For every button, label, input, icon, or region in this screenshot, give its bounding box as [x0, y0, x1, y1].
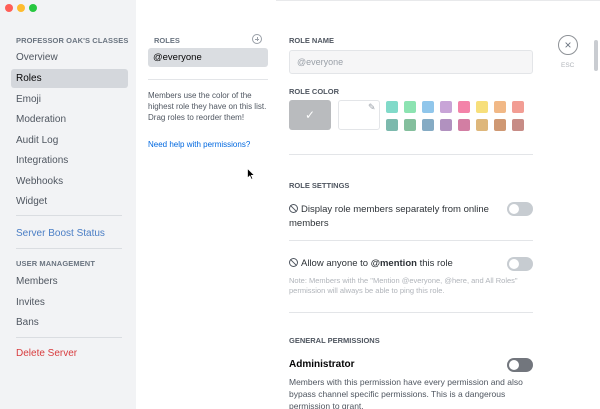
color-swatch[interactable]: [476, 119, 488, 131]
check-icon: ✓: [304, 108, 316, 122]
server-name-heading: PROFESSOR OAK'S CLASSES: [16, 36, 129, 45]
display-separately-setting: Display role members separately from onl…: [289, 203, 509, 231]
color-swatch[interactable]: [404, 119, 416, 131]
administrator-title: Administrator: [289, 359, 355, 370]
blocked-icon: [289, 258, 298, 267]
sidebar-item-moderation[interactable]: Moderation: [11, 110, 128, 129]
role-editor: ROLE NAME @everyone ROLE COLOR ✓ ✎ ROLE …: [276, 0, 600, 409]
user-management-heading: USER MANAGEMENT: [16, 259, 96, 268]
blocked-icon: [289, 204, 298, 213]
sidebar-item-invites[interactable]: Invites: [11, 293, 128, 312]
settings-sidebar: PROFESSOR OAK'S CLASSES Overview Roles E…: [0, 0, 136, 409]
color-swatch[interactable]: [422, 119, 434, 131]
display-separately-label: Display role members separately from onl…: [289, 204, 489, 229]
eyedropper-icon[interactable]: ✎: [368, 102, 376, 113]
mouse-cursor-icon: [247, 168, 255, 180]
administrator-toggle[interactable]: [507, 358, 533, 372]
close-settings-button[interactable]: ×: [558, 35, 578, 55]
color-swatch[interactable]: [404, 101, 416, 113]
general-permissions-label: GENERAL PERMISSIONS: [289, 336, 380, 345]
color-swatch[interactable]: [386, 119, 398, 131]
sidebar-divider: [16, 337, 122, 338]
color-swatch[interactable]: [494, 119, 506, 131]
sidebar-item-emoji[interactable]: Emoji: [11, 90, 128, 109]
display-separately-toggle[interactable]: [507, 202, 533, 216]
section-divider: [289, 154, 533, 155]
sidebar-item-bans[interactable]: Bans: [11, 313, 128, 332]
allow-mention-toggle[interactable]: [507, 257, 533, 271]
color-swatch[interactable]: [512, 101, 524, 113]
allow-mention-prefix: Allow anyone to: [301, 258, 371, 269]
color-swatch[interactable]: [494, 101, 506, 113]
sidebar-item-server-boost-status[interactable]: Server Boost Status: [11, 224, 128, 243]
roles-list-column: ROLES @everyone Members use the color of…: [136, 0, 276, 409]
toggle-knob: [509, 204, 519, 214]
add-role-icon[interactable]: [252, 34, 262, 44]
sidebar-item-members[interactable]: Members: [11, 272, 128, 291]
roles-help-text: Members use the color of the highest rol…: [148, 91, 267, 122]
role-name-label: ROLE NAME: [289, 36, 334, 45]
color-swatch-grid: [386, 101, 528, 131]
maximize-window-icon[interactable]: [29, 4, 37, 12]
color-swatch[interactable]: [386, 101, 398, 113]
sidebar-item-audit-log[interactable]: Audit Log: [11, 131, 128, 150]
toggle-knob: [509, 360, 519, 370]
role-name-input[interactable]: @everyone: [289, 50, 533, 74]
allow-mention-suffix: this role: [416, 258, 453, 269]
color-swatch[interactable]: [422, 101, 434, 113]
sidebar-divider: [16, 215, 122, 216]
close-window-icon[interactable]: [5, 4, 13, 12]
section-divider: [289, 240, 533, 241]
color-swatch[interactable]: [512, 119, 524, 131]
roles-divider: [148, 79, 268, 80]
sidebar-divider: [16, 248, 122, 249]
roles-heading: ROLES: [154, 36, 180, 45]
window-controls: [5, 4, 37, 12]
default-color-swatch[interactable]: ✓: [289, 100, 331, 130]
sidebar-item-integrations[interactable]: Integrations: [11, 151, 128, 170]
section-divider: [289, 312, 533, 313]
allow-mention-setting: Allow anyone to @mention this role: [289, 257, 509, 271]
mention-keyword: @mention: [370, 258, 417, 269]
color-swatch[interactable]: [458, 119, 470, 131]
delete-server-button[interactable]: Delete Server: [11, 344, 128, 363]
color-swatch[interactable]: [458, 101, 470, 113]
color-swatch[interactable]: [440, 101, 452, 113]
role-item-everyone[interactable]: @everyone: [148, 48, 268, 67]
permissions-help-link[interactable]: Need help with permissions?: [148, 140, 250, 149]
esc-label: ESC: [561, 62, 575, 69]
sidebar-item-overview[interactable]: Overview: [11, 48, 128, 67]
minimize-window-icon[interactable]: [17, 4, 25, 12]
color-swatch[interactable]: [440, 119, 452, 131]
scrollbar[interactable]: [594, 40, 598, 71]
sidebar-item-roles[interactable]: Roles: [11, 69, 128, 88]
color-swatch[interactable]: [476, 101, 488, 113]
administrator-description: Members with this permission have every …: [289, 377, 523, 409]
sidebar-item-webhooks[interactable]: Webhooks: [11, 172, 128, 191]
toggle-knob: [509, 259, 519, 269]
role-settings-label: ROLE SETTINGS: [289, 181, 350, 190]
allow-mention-note: Note: Members with the "Mention @everyon…: [289, 276, 518, 295]
sidebar-item-widget[interactable]: Widget: [11, 192, 128, 211]
role-color-label: ROLE COLOR: [289, 87, 339, 96]
server-settings-window: PROFESSOR OAK'S CLASSES Overview Roles E…: [0, 0, 600, 409]
